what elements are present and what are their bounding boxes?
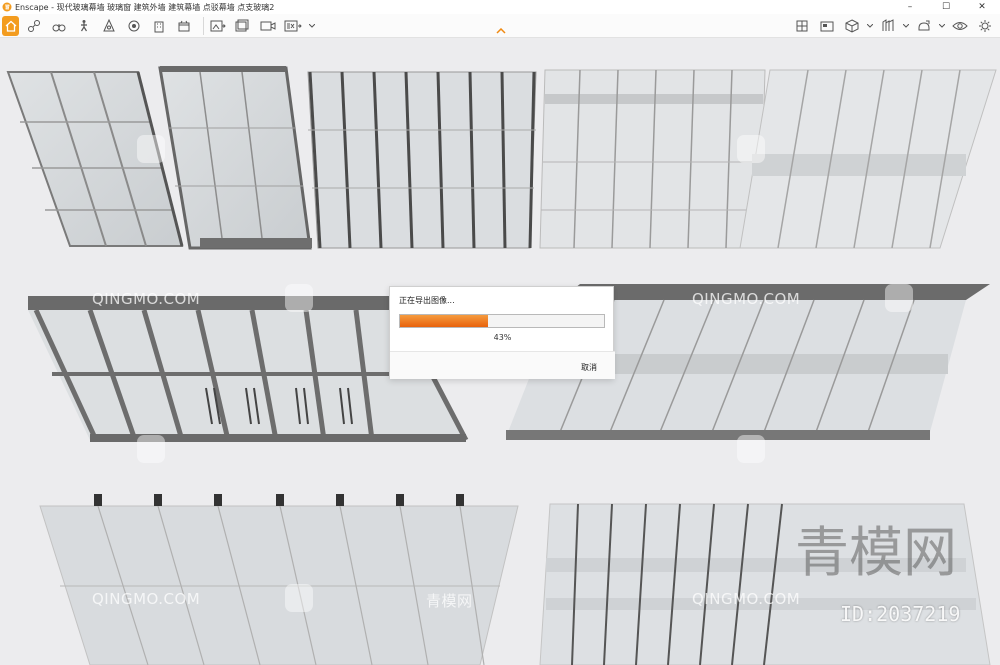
walk-icon bbox=[80, 19, 88, 31]
close-button[interactable]: ✕ bbox=[964, 0, 1000, 14]
minimize-button[interactable]: – bbox=[892, 0, 928, 14]
watermark-logo-icon bbox=[285, 284, 313, 312]
watermark-logo-icon bbox=[137, 135, 165, 163]
walk-mode-button[interactable] bbox=[74, 16, 94, 36]
dialog-footer: 取消 bbox=[390, 351, 615, 379]
export-progress-dialog: 正在导出图像... 43% 取消 bbox=[389, 286, 615, 379]
export-dropdown-button[interactable] bbox=[308, 16, 316, 36]
building-button[interactable] bbox=[149, 16, 169, 36]
sun-icon bbox=[128, 20, 140, 31]
asset-dropdown-button[interactable] bbox=[903, 16, 909, 36]
upload-icon bbox=[918, 20, 930, 30]
exe-export-icon bbox=[284, 20, 302, 31]
sun-button[interactable] bbox=[124, 16, 144, 36]
vr-button[interactable] bbox=[950, 16, 970, 36]
binoculars-button[interactable] bbox=[49, 16, 69, 36]
video-export-button[interactable] bbox=[258, 16, 278, 36]
box-dropdown-button[interactable] bbox=[867, 16, 873, 36]
chevron-up-icon bbox=[496, 27, 506, 34]
upload-button[interactable] bbox=[914, 16, 934, 36]
chevron-down-icon bbox=[867, 23, 873, 28]
watermark-brand: 青模网 bbox=[795, 521, 957, 584]
render-viewport[interactable]: QINGMO.COM QINGMO.COM QINGMO.COM QINGMO.… bbox=[0, 38, 1000, 665]
enscape-logo-icon bbox=[2, 2, 12, 12]
watermark-logo-icon bbox=[737, 435, 765, 463]
batch-export-button[interactable] bbox=[233, 16, 253, 36]
dialog-title: 正在导出图像... bbox=[399, 296, 455, 305]
box-button[interactable] bbox=[842, 16, 862, 36]
box-icon bbox=[845, 18, 859, 33]
toolbar-separator bbox=[203, 16, 204, 35]
screenshot-button[interactable] bbox=[817, 16, 837, 36]
compass-button[interactable] bbox=[99, 16, 119, 36]
title-bar: Enscape - 现代玻璃幕墙 玻璃窗 建筑外墙 建筑幕墙 点驳幕墙 点支玻璃… bbox=[0, 0, 1000, 14]
panorama-icon bbox=[178, 20, 190, 31]
asset-icon bbox=[882, 18, 894, 31]
upload-dropdown-button[interactable] bbox=[939, 16, 945, 36]
watermark-text: QINGMO.COM bbox=[92, 590, 201, 608]
panorama-button[interactable] bbox=[174, 16, 194, 36]
watermark-logo-icon bbox=[885, 284, 913, 312]
material-editor-button[interactable] bbox=[792, 16, 812, 36]
screenshot-icon bbox=[820, 21, 834, 31]
watermark-logo-icon bbox=[137, 435, 165, 463]
compass-icon bbox=[103, 18, 115, 31]
batch-export-icon bbox=[235, 19, 249, 31]
binoculars-icon bbox=[52, 23, 66, 31]
home-icon bbox=[5, 20, 16, 32]
watermark-logo-icon bbox=[285, 584, 313, 612]
progress-percent: 43% bbox=[493, 333, 512, 342]
exe-export-button[interactable] bbox=[283, 16, 303, 36]
cancel-button[interactable]: 取消 bbox=[581, 362, 597, 373]
maximize-button[interactable]: ☐ bbox=[928, 0, 964, 14]
settings-icon bbox=[979, 19, 991, 32]
window-title: Enscape - 现代玻璃幕墙 玻璃窗 建筑外墙 建筑幕墙 点驳幕墙 点支玻璃… bbox=[15, 2, 275, 12]
vr-icon bbox=[952, 21, 968, 30]
video-export-icon bbox=[260, 21, 276, 30]
watermark-text: QINGMO.COM bbox=[692, 290, 801, 308]
connect-button[interactable] bbox=[24, 16, 44, 36]
export-image-button[interactable] bbox=[208, 16, 228, 36]
collapse-toolbar-button[interactable] bbox=[493, 26, 509, 36]
curtain-wall-model-8 bbox=[39, 494, 519, 665]
connect-icon bbox=[28, 19, 40, 32]
chevron-down-icon bbox=[309, 23, 315, 28]
chevron-down-icon bbox=[939, 23, 945, 28]
watermark-text: 青模网 bbox=[426, 592, 473, 610]
building-icon bbox=[154, 21, 164, 32]
watermark-text: QINGMO.COM bbox=[692, 590, 801, 608]
curtain-wall-model-4 bbox=[539, 69, 766, 249]
curtain-wall-model-3 bbox=[307, 71, 537, 249]
progress-fill bbox=[400, 315, 488, 327]
material-icon bbox=[796, 20, 808, 31]
watermark-text: QINGMO.COM bbox=[92, 290, 201, 308]
settings-button[interactable] bbox=[975, 16, 995, 36]
watermark-id: ID:2037219 bbox=[840, 602, 961, 626]
chevron-down-icon bbox=[903, 23, 909, 28]
home-button[interactable] bbox=[2, 15, 19, 36]
export-progress-bar bbox=[399, 314, 605, 328]
curtain-wall-model-5 bbox=[739, 69, 997, 249]
curtain-wall-model-2 bbox=[158, 66, 312, 250]
asset-library-button[interactable] bbox=[878, 16, 898, 36]
export-image-icon bbox=[210, 20, 226, 31]
watermark-logo-icon bbox=[737, 135, 765, 163]
